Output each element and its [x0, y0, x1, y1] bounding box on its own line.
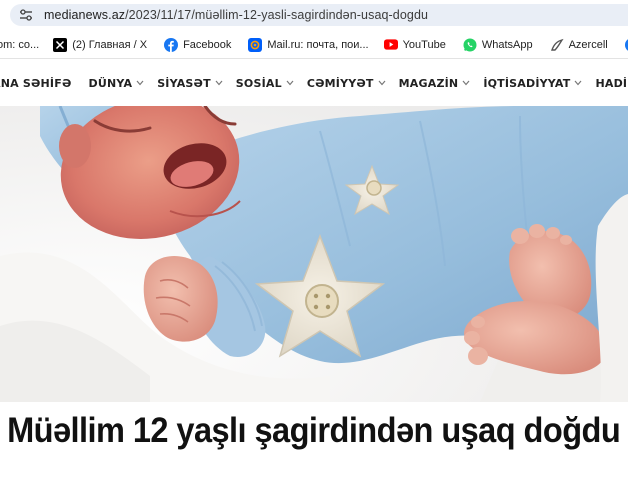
url-field[interactable]: medianews.az/2023/11/17/müəllim-12-yasli… — [10, 4, 628, 26]
nav-item-label: MAGAZİN — [398, 76, 459, 90]
article-headline: Müəllim 12 yaşlı şagirdindən uşaq doğdu — [0, 404, 628, 458]
address-bar: medianews.az/2023/11/17/müəllim-12-yasli… — [0, 0, 628, 30]
bookmark-item[interactable]: om: co... — [0, 34, 39, 56]
url-path: /2023/11/17/müəllim-12-yasli-sagirdindən… — [125, 8, 429, 22]
youtube-icon — [383, 38, 398, 52]
mailru-icon — [248, 37, 263, 52]
nav-item-dunya[interactable]: DÜNYA — [88, 66, 144, 100]
bookmark-youtube[interactable]: YouTube — [383, 34, 446, 56]
nav-item-iqtisadiyyat[interactable]: İQTİSADİYYAT — [483, 66, 582, 100]
chevron-down-icon — [286, 80, 294, 86]
nav-item-cemiyyet[interactable]: CƏMİYYƏT — [307, 66, 386, 100]
bookmark-label: Mail.ru: почта, пои... — [267, 38, 369, 51]
article-hero-image — [0, 106, 628, 402]
nav-item-magazin[interactable]: MAGAZİN — [399, 66, 471, 100]
x-icon — [53, 37, 68, 52]
bookmark-mailru[interactable]: Mail.ru: почта, пои... — [248, 34, 369, 56]
nav-item-label: SİYASƏT — [157, 76, 211, 90]
bookmarks-bar: om: co... (2) Главная / X Facebook Mail.… — [0, 31, 628, 59]
bookmark-azercell[interactable]: Azercell — [550, 34, 608, 56]
nav-item-sosial[interactable]: SOSİAL — [236, 66, 294, 100]
headline-text: Müəllim 12 yaşlı şagirdindən uşaq doğdu — [7, 411, 621, 450]
site-nav: ANA SƏHİFƏ DÜNYA SİYASƏT SOSİAL CƏMİYYƏT… — [0, 66, 628, 100]
chevron-down-icon — [215, 80, 223, 86]
nav-item-hadise[interactable]: HADİSƏ — [595, 66, 628, 100]
bookmark-label: YouTube — [402, 38, 446, 51]
nav-item-label: HADİSƏ — [595, 76, 628, 90]
url-host: medianews.az — [44, 8, 126, 22]
bookmark-x[interactable]: (2) Главная / X — [53, 34, 147, 56]
nav-item-siyaset[interactable]: SİYASƏT — [157, 66, 223, 100]
bookmark-label: om: co... — [0, 38, 40, 51]
bookmark-label: WhatsApp — [481, 38, 533, 51]
chevron-down-icon — [378, 80, 386, 86]
chevron-down-icon — [136, 80, 144, 86]
bookmark-label: Facebook — [183, 38, 232, 51]
chevron-down-icon — [574, 80, 582, 86]
site-settings-icon[interactable] — [18, 8, 34, 22]
nav-item-label: İQTİSADİYYAT — [483, 76, 571, 90]
nav-item-label: ANA SƏHİFƏ — [0, 76, 72, 90]
nav-item-label: SOSİAL — [235, 76, 282, 90]
nav-item-home[interactable]: ANA SƏHİFƏ — [0, 66, 71, 100]
url-text[interactable]: medianews.az/2023/11/17/müəllim-12-yasli… — [44, 8, 428, 22]
azercell-icon — [550, 38, 564, 52]
nav-item-label: DÜNYA — [88, 76, 133, 90]
nav-item-label: CƏMİYYƏT — [306, 76, 374, 90]
bookmark-facebook[interactable]: Facebook — [164, 34, 231, 56]
bookmark-label: (2) Главная / X — [72, 38, 148, 51]
facebook-icon — [164, 37, 179, 52]
crying-baby-illustration — [0, 106, 628, 402]
bookmark-whatsapp[interactable]: WhatsApp — [463, 34, 533, 56]
whatsapp-icon — [463, 38, 477, 52]
bookmark-label: Azercell — [568, 38, 608, 51]
chevron-down-icon — [462, 80, 470, 86]
